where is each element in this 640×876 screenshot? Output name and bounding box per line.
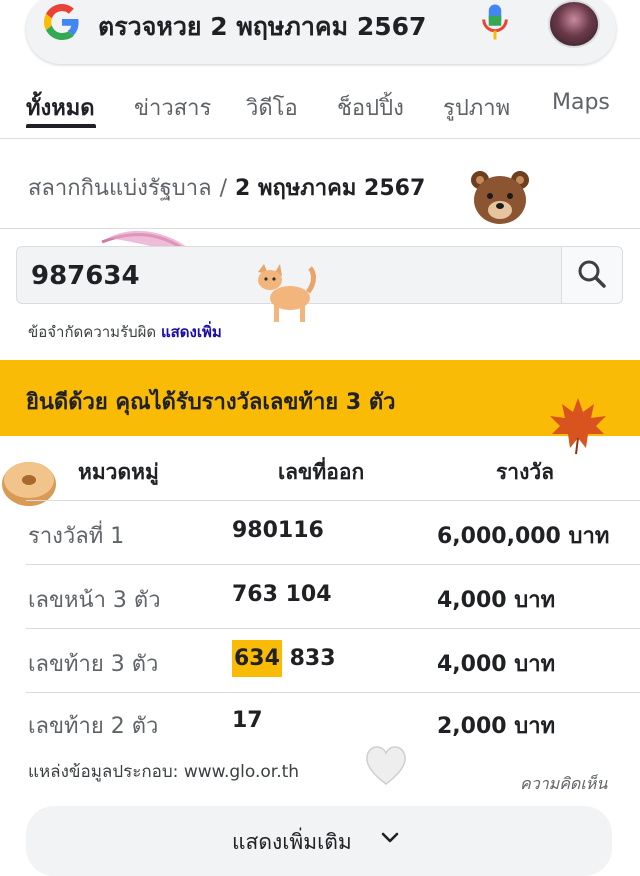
breadcrumb-date: 2 พฤษภาคม 2567 bbox=[235, 176, 426, 201]
section-divider bbox=[0, 228, 640, 229]
tabs-divider bbox=[0, 138, 640, 139]
cat-sticker-icon bbox=[258, 264, 316, 322]
row-3-numbers: 634 833 bbox=[232, 640, 336, 677]
header-prize: รางวัล bbox=[496, 460, 554, 484]
breadcrumb-source[interactable]: สลากกินแบ่งรัฐบาล bbox=[28, 176, 212, 201]
show-more-label: แสดงเพิ่มเติม bbox=[232, 830, 352, 854]
row-3-prize: 4,000 บาท bbox=[437, 652, 556, 677]
row-1-prize: 6,000,000 บาท bbox=[437, 524, 610, 549]
show-more-link[interactable]: แสดงเพิ่ม bbox=[161, 323, 222, 341]
row-divider bbox=[26, 564, 640, 565]
row-divider bbox=[26, 628, 640, 629]
search-query[interactable]: ตรวจหวย 2 พฤษภาคม 2567 bbox=[98, 7, 426, 47]
row-2-category: เลขหน้า 3 ตัว bbox=[28, 588, 161, 613]
breadcrumb: สลากกินแบ่งรัฐบาล / 2 พฤษภาคม 2567 bbox=[28, 170, 425, 205]
avatar[interactable] bbox=[548, 0, 600, 48]
tab-shopping[interactable]: ช็อปปิ้ง bbox=[337, 90, 404, 125]
breadcrumb-separator: / bbox=[219, 176, 228, 201]
header-numbers: เลขที่ออก bbox=[278, 460, 365, 484]
row-4-numbers: 17 bbox=[232, 708, 263, 733]
bear-sticker-icon bbox=[471, 171, 529, 224]
row-2-prize: 4,000 บาท bbox=[437, 588, 556, 613]
check-number-button[interactable] bbox=[561, 246, 623, 304]
header-category: หมวดหมู่ bbox=[78, 460, 159, 484]
active-tab-indicator bbox=[26, 124, 96, 128]
row-4-category: เลขท้าย 2 ตัว bbox=[28, 714, 159, 739]
row-2-numbers: 763 104 bbox=[232, 582, 332, 607]
tab-maps[interactable]: Maps bbox=[552, 90, 610, 115]
google-logo-icon bbox=[44, 4, 79, 40]
row-3-other-number: 833 bbox=[289, 646, 336, 671]
microphone-icon[interactable] bbox=[480, 2, 510, 42]
chevron-down-icon bbox=[381, 832, 399, 843]
row-divider bbox=[26, 692, 640, 693]
search-icon bbox=[578, 260, 606, 288]
tab-images[interactable]: รูปภาพ bbox=[443, 90, 510, 125]
heart-sticker-icon bbox=[366, 746, 406, 785]
row-3-category: เลขท้าย 3 ตัว bbox=[28, 652, 159, 677]
disclaimer-text: ข้อจำกัดความรับผิด bbox=[28, 323, 157, 341]
maple-leaf-sticker-icon bbox=[550, 398, 606, 455]
row-divider bbox=[26, 500, 640, 501]
row-4-prize: 2,000 บาท bbox=[437, 714, 556, 739]
row-1-category: รางวัลที่ 1 bbox=[28, 524, 125, 549]
tab-news[interactable]: ข่าวสาร bbox=[134, 90, 211, 125]
disclaimer: ข้อจำกัดความรับผิด แสดงเพิ่ม bbox=[28, 320, 222, 344]
result-banner-text: ยินดีด้วย คุณได้รับรางวัลเลขท้าย 3 ตัว bbox=[26, 390, 396, 415]
data-source: แหล่งข้อมูลประกอบ: www.glo.or.th bbox=[28, 762, 300, 782]
feedback-link[interactable]: ความคิดเห็น bbox=[520, 772, 607, 797]
tab-videos[interactable]: วิดีโอ bbox=[246, 90, 298, 125]
bagel-sticker-icon bbox=[2, 462, 56, 506]
winning-number-highlight: 634 bbox=[232, 640, 282, 677]
row-1-numbers: 980116 bbox=[232, 518, 324, 543]
tab-all[interactable]: ทั้งหมด bbox=[26, 90, 95, 125]
